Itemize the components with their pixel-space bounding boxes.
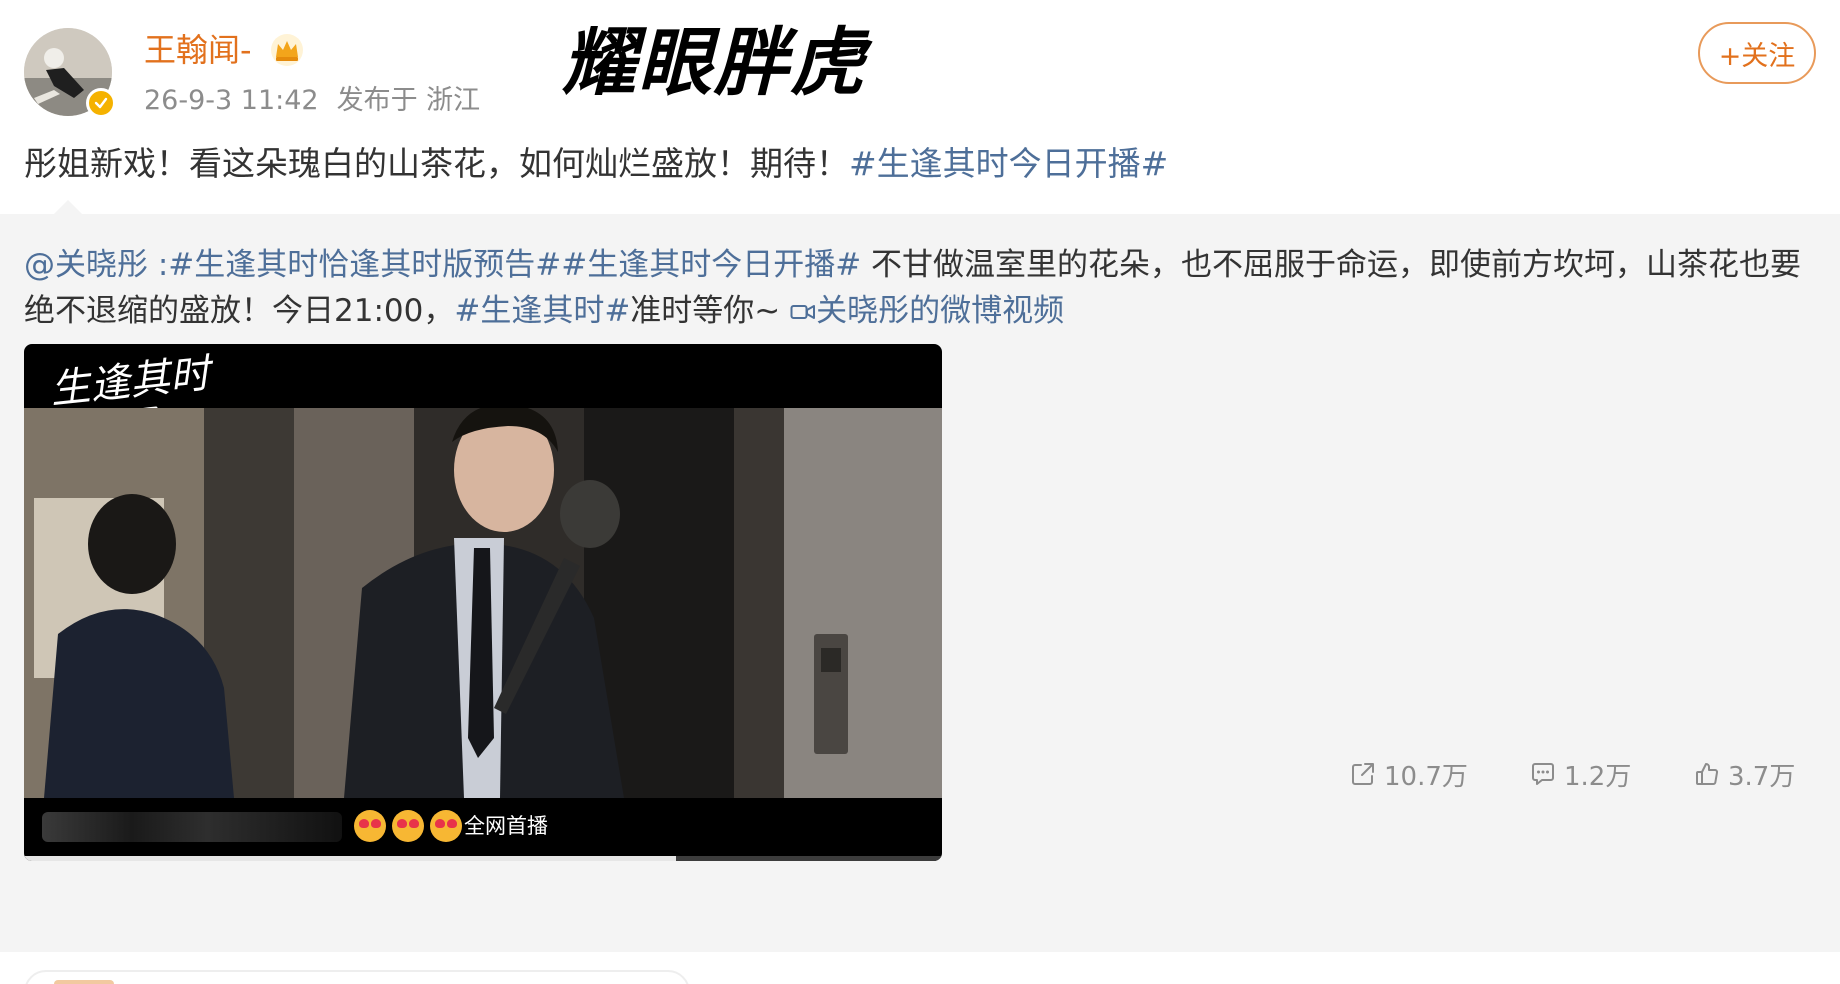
next-post-avatar [54,980,114,984]
repost-mention-link[interactable]: @关晓彤 [24,247,158,283]
like-button[interactable]: 3.7万 [1694,754,1795,794]
heart-eyes-emoji-icon [392,810,424,842]
follow-button[interactable]: +关注 [1698,22,1816,84]
author-name[interactable]: 王翰闻- [144,30,252,70]
repost-body-2: 准时等你~ [630,293,791,329]
share-icon [1352,763,1374,785]
comment-count: 1.2万 [1564,761,1632,792]
watermark: 耀眼胖虎 [562,20,866,106]
video-link[interactable]: 关晓彤的微博视频 [790,293,1064,329]
video-camera-icon [790,305,816,319]
video-frame [24,408,942,798]
heart-eyes-emoji-icon [430,810,462,842]
video-still-image [24,408,942,798]
post-date: 26-9-3 11:42 [144,85,319,116]
caption-text: 全网首播 [464,814,548,838]
comment-icon [1532,763,1554,785]
next-post-card[interactable] [24,970,690,984]
share-count: 10.7万 [1384,761,1468,792]
progress-fill [24,856,676,861]
post-text: 彤姐新戏！看这朵瑰白的山茶花，如何灿烂盛放！期待！#生逢其时今日开播# [24,142,1168,186]
progress-track[interactable] [24,856,942,861]
comment-button[interactable]: 1.2万 [1530,754,1631,794]
post-meta: 26-9-3 11:42 发布于 浙江 [144,84,480,118]
repost-caret [54,200,82,214]
repost-hashtags-link[interactable]: :#生逢其时恰逢其时版预告##生逢其时今日开播# [158,247,861,283]
repost-hashtag-link[interactable]: #生逢其时# [454,293,630,329]
post-location: 发布于 浙江 [336,85,481,116]
like-icon [1696,763,1719,785]
emoji-group [354,810,462,842]
post-header: 王翰闻- 26-9-3 11:42 发布于 浙江 耀眼胖虎 +关注 彤姐新戏！看这… [0,0,1840,214]
crown-icon [271,34,303,66]
like-count: 3.7万 [1728,761,1796,792]
repost-card[interactable]: @关晓彤 :#生逢其时恰逢其时版预告##生逢其时今日开播# 不甘做温室里的花朵，… [0,200,1840,952]
verified-icon [86,88,116,118]
post-hashtag-link[interactable]: #生逢其时今日开播# [849,144,1168,183]
video-player[interactable]: 生逢其时 全网首播 [24,344,942,861]
heart-eyes-emoji-icon [354,810,386,842]
share-button[interactable]: 10.7万 [1350,754,1468,794]
post-text-body: 彤姐新戏！看这朵瑰白的山茶花，如何灿烂盛放！期待！ [24,144,849,183]
caption-blur [42,812,342,842]
repost-text: @关晓彤 :#生逢其时恰逢其时版预告##生逢其时今日开播# 不甘做温室里的花朵，… [24,242,1814,334]
show-logo: 生逢其时 [48,350,212,414]
video-link-label: 关晓彤的微博视频 [816,293,1065,329]
caption-bar: 全网首播 [24,798,942,856]
